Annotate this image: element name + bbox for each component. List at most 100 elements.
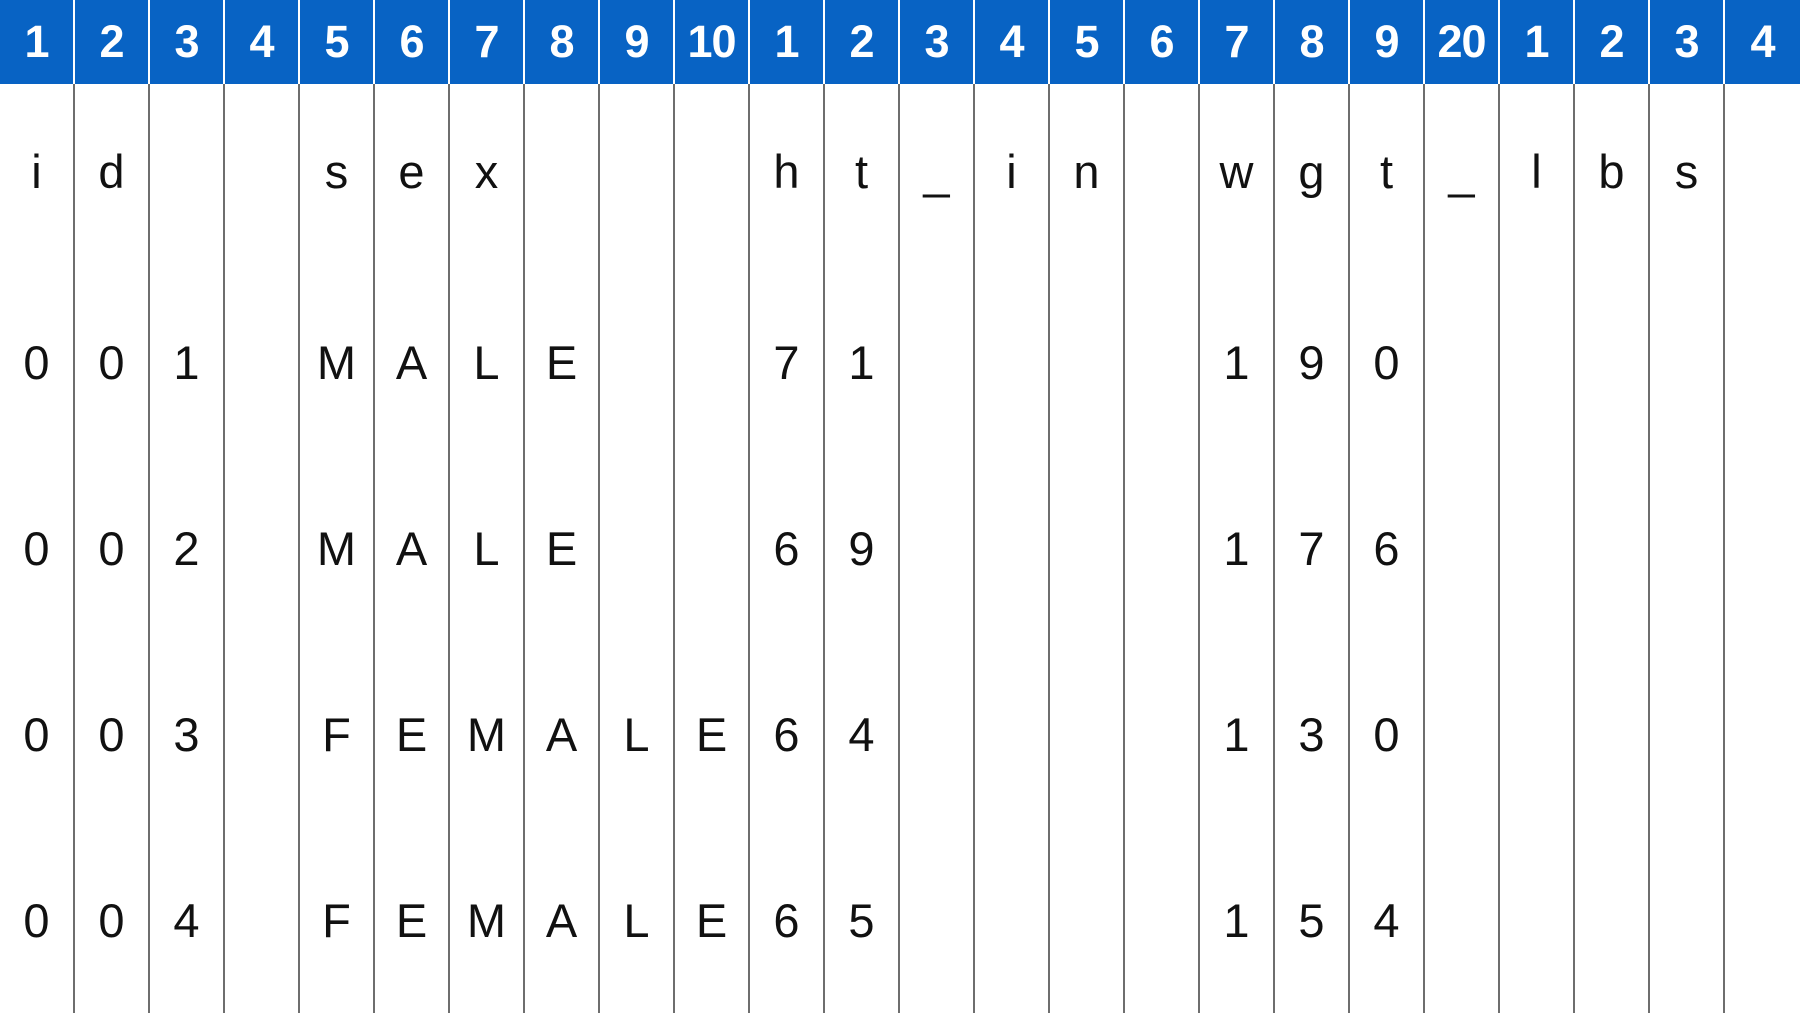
data-char-cell: [1500, 269, 1575, 456]
header-char-cell: [675, 84, 750, 270]
data-char-cell: 0: [0, 269, 75, 456]
data-char-cell: E: [675, 827, 750, 1013]
data-char-cell: [225, 455, 300, 642]
data-char-cell: [1125, 269, 1200, 456]
column-ruler-number: 3: [150, 0, 225, 84]
data-char-cell: 0: [75, 269, 150, 456]
data-char-cell: 0: [1350, 641, 1425, 828]
column-ruler-number: 6: [1125, 0, 1200, 84]
header-char-cell: e: [375, 84, 450, 270]
data-char-cell: [1500, 641, 1575, 828]
column-ruler-number: 2: [1575, 0, 1650, 84]
data-char-cell: [1050, 269, 1125, 456]
data-char-cell: 0: [75, 827, 150, 1013]
data-char-cell: 6: [1350, 455, 1425, 642]
data-char-cell: [1725, 827, 1800, 1013]
column-ruler-number: 20: [1425, 0, 1500, 84]
header-char-cell: b: [1575, 84, 1650, 270]
data-char-cell: A: [525, 641, 600, 828]
data-char-cell: 5: [825, 827, 900, 1013]
header-char-cell: [1125, 84, 1200, 270]
header-char-cell: g: [1275, 84, 1350, 270]
column-ruler-number: 3: [1650, 0, 1725, 84]
data-char-cell: 2: [150, 455, 225, 642]
data-char-cell: A: [525, 827, 600, 1013]
fixed-width-column-grid: 1 2 3 4 5 6 7 8 9 10 1 2 3 4 5 6 7 8 9 20 1 2 3 4 i d s e x h t _ i n w g t _…: [0, 0, 1800, 1013]
data-char-cell: 6: [750, 455, 825, 642]
data-char-cell: 1: [150, 269, 225, 456]
data-char-cell: L: [450, 455, 525, 642]
header-char-cell: _: [900, 84, 975, 270]
data-char-cell: M: [450, 827, 525, 1013]
data-char-cell: [1650, 455, 1725, 642]
column-ruler-number: 1: [1500, 0, 1575, 84]
column-ruler-number: 7: [450, 0, 525, 84]
data-char-cell: [1725, 455, 1800, 642]
header-char-cell: s: [1650, 84, 1725, 270]
data-char-cell: L: [600, 641, 675, 828]
data-char-cell: [975, 455, 1050, 642]
column-ruler-number: 2: [75, 0, 150, 84]
data-char-cell: 1: [1200, 269, 1275, 456]
data-char-cell: 7: [1275, 455, 1350, 642]
data-char-cell: [1425, 641, 1500, 828]
column-ruler-number: 10: [675, 0, 750, 84]
header-char-cell: d: [75, 84, 150, 270]
data-char-cell: [1125, 827, 1200, 1013]
header-char-cell: n: [1050, 84, 1125, 270]
column-ruler-number: 9: [600, 0, 675, 84]
data-char-cell: [225, 827, 300, 1013]
header-char-cell: w: [1200, 84, 1275, 270]
data-char-cell: [1500, 455, 1575, 642]
column-ruler-number: 3: [900, 0, 975, 84]
header-char-cell: i: [975, 84, 1050, 270]
data-char-cell: E: [375, 641, 450, 828]
data-char-cell: L: [600, 827, 675, 1013]
data-char-cell: 1: [1200, 455, 1275, 642]
data-char-cell: 0: [1350, 269, 1425, 456]
data-char-cell: [1725, 641, 1800, 828]
column-ruler-number: 5: [1050, 0, 1125, 84]
data-char-cell: [1650, 269, 1725, 456]
header-char-cell: _: [1425, 84, 1500, 270]
data-char-cell: [225, 269, 300, 456]
data-char-cell: 1: [1200, 827, 1275, 1013]
data-char-cell: M: [450, 641, 525, 828]
column-ruler-number: 8: [1275, 0, 1350, 84]
header-char-cell: x: [450, 84, 525, 270]
column-ruler-number: 2: [825, 0, 900, 84]
data-char-cell: 0: [0, 827, 75, 1013]
header-char-cell: i: [0, 84, 75, 270]
column-ruler-number: 4: [225, 0, 300, 84]
header-char-cell: h: [750, 84, 825, 270]
data-char-cell: [900, 269, 975, 456]
data-char-cell: A: [375, 269, 450, 456]
data-char-cell: [1575, 269, 1650, 456]
data-char-cell: [1050, 827, 1125, 1013]
data-char-cell: [1725, 269, 1800, 456]
data-char-cell: 0: [75, 641, 150, 828]
data-char-cell: 7: [750, 269, 825, 456]
data-char-cell: [1575, 641, 1650, 828]
data-char-cell: E: [675, 641, 750, 828]
data-char-cell: 9: [1275, 269, 1350, 456]
column-ruler-number: 4: [975, 0, 1050, 84]
data-char-cell: [1125, 455, 1200, 642]
data-char-cell: A: [375, 455, 450, 642]
data-char-cell: 5: [1275, 827, 1350, 1013]
data-char-cell: [1650, 827, 1725, 1013]
data-char-cell: [600, 455, 675, 642]
header-char-cell: [600, 84, 675, 270]
data-char-cell: 0: [0, 455, 75, 642]
column-ruler-number: 1: [0, 0, 75, 84]
data-char-cell: [600, 269, 675, 456]
data-char-cell: [1575, 455, 1650, 642]
column-ruler-number: 5: [300, 0, 375, 84]
data-char-cell: [1500, 827, 1575, 1013]
column-ruler-number: 4: [1725, 0, 1800, 84]
data-char-cell: 9: [825, 455, 900, 642]
data-char-cell: [900, 455, 975, 642]
data-char-cell: [975, 641, 1050, 828]
data-char-cell: 3: [150, 641, 225, 828]
data-char-cell: [1050, 455, 1125, 642]
